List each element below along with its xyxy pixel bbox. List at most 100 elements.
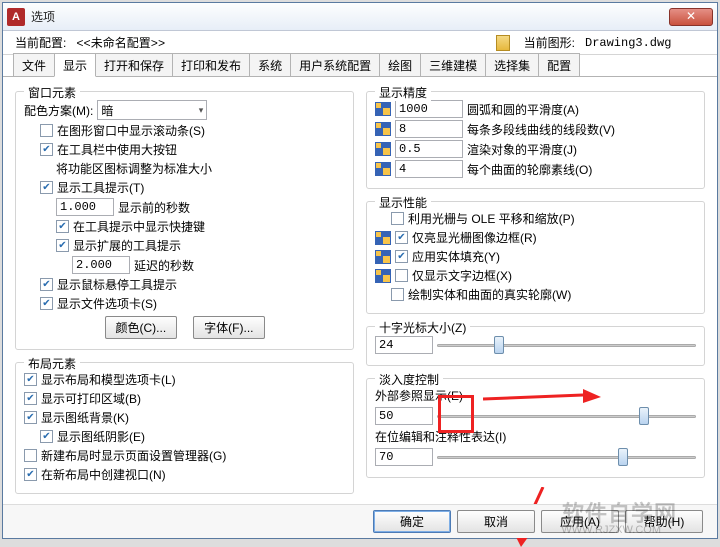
cb-shortcut[interactable]	[56, 220, 69, 233]
cb-frame[interactable]	[395, 231, 408, 244]
current-drawing-label: 当前图形:	[524, 34, 575, 51]
dwg-icon	[375, 122, 391, 136]
cb-printable[interactable]	[24, 392, 37, 405]
tab-system[interactable]: 系统	[249, 53, 291, 76]
window-title: 选项	[31, 8, 669, 25]
body: 窗口元素 配色方案(M): 暗 ▾ 在图形窗口中显示滚动条(S) 在工具栏中使用…	[3, 77, 717, 504]
cb-papershadow[interactable]	[40, 430, 53, 443]
cb-printable-label: 显示可打印区域(B)	[41, 390, 141, 407]
cb-large-buttons-label: 在工具栏中使用大按钮	[57, 141, 177, 158]
group-title-resolution: 显示精度	[375, 84, 431, 101]
apply-button[interactable]: 应用(A)	[541, 510, 619, 533]
cb-ext-tooltip[interactable]	[56, 239, 69, 252]
cb-textframe[interactable]	[395, 269, 408, 282]
app-icon: A	[7, 8, 25, 26]
color-scheme-label: 配色方案(M):	[24, 102, 93, 119]
cb-filetabs[interactable]	[40, 297, 53, 310]
cb-scrollbars-label: 在图形窗口中显示滚动条(S)	[57, 122, 205, 139]
ext-delay-label: 延迟的秒数	[134, 257, 194, 274]
cb-paperbg[interactable]	[24, 411, 37, 424]
left-column: 窗口元素 配色方案(M): 暗 ▾ 在图形窗口中显示滚动条(S) 在工具栏中使用…	[15, 85, 354, 504]
arc-smooth-label: 圆弧和圆的平滑度(A)	[467, 101, 579, 118]
options-dialog: A 选项 ✕ 当前配置: <<未命名配置>> 当前图形: Drawing3.dw…	[2, 2, 718, 539]
cb-papershadow-label: 显示图纸阴影(E)	[57, 428, 145, 445]
tooltip-delay-input[interactable]	[56, 198, 114, 216]
polyline-seg-label: 每条多段线曲线的线段数(V)	[467, 121, 615, 138]
group-crosshair: 十字光标大小(Z)	[366, 326, 705, 366]
tooltip-delay-label: 显示前的秒数	[118, 199, 190, 216]
group-fade: 淡入度控制 外部参照显示(E) 在位编辑和注释性表达(I)	[366, 378, 705, 478]
fade-title: 淡入度控制	[375, 371, 443, 388]
cancel-button[interactable]: 取消	[457, 510, 535, 533]
tab-strip: 文件 显示 打开和保存 打印和发布 系统 用户系统配置 绘图 三维建模 选择集 …	[3, 55, 717, 77]
dwg-icon	[375, 102, 391, 116]
cb-frame-label: 仅亮显光栅图像边框(R)	[412, 229, 537, 246]
std-size-label: 将功能区图标调整为标准大小	[56, 160, 212, 177]
tab-3d[interactable]: 三维建模	[420, 53, 486, 76]
tab-drafting[interactable]: 绘图	[379, 53, 421, 76]
tab-plot[interactable]: 打印和发布	[172, 53, 250, 76]
drawing-icon	[496, 35, 510, 51]
current-profile-value: <<未命名配置>>	[76, 34, 296, 51]
color-scheme-value: 暗	[101, 102, 113, 119]
tab-files[interactable]: 文件	[13, 53, 55, 76]
crosshair-slider[interactable]	[437, 335, 696, 355]
group-title-window: 窗口元素	[24, 84, 80, 101]
ext-delay-input[interactable]	[72, 256, 130, 274]
close-button[interactable]: ✕	[669, 8, 713, 26]
fonts-button[interactable]: 字体(F)...	[193, 316, 264, 339]
polyline-seg-input[interactable]	[395, 120, 463, 138]
cb-tooltips[interactable]	[40, 181, 53, 194]
inplace-slider[interactable]	[437, 447, 696, 467]
cb-silhouette-label: 绘制实体和曲面的真实轮廓(W)	[408, 286, 571, 303]
dwg-icon	[375, 162, 391, 176]
render-smooth-input[interactable]	[395, 140, 463, 158]
dwg-icon	[375, 250, 391, 264]
xref-slider[interactable]	[437, 406, 696, 426]
color-scheme-select[interactable]: 暗 ▾	[97, 100, 207, 120]
inplace-fade-input[interactable]	[375, 448, 433, 466]
cb-ext-tooltip-label: 显示扩展的工具提示	[73, 237, 181, 254]
colors-button[interactable]: 颜色(C)...	[105, 316, 178, 339]
group-window-elements: 窗口元素 配色方案(M): 暗 ▾ 在图形窗口中显示滚动条(S) 在工具栏中使用…	[15, 91, 354, 350]
cb-pagesetup[interactable]	[24, 449, 37, 462]
dwg-icon	[375, 231, 391, 245]
cb-hover-label: 显示鼠标悬停工具提示	[57, 276, 177, 293]
tab-user-prefs[interactable]: 用户系统配置	[290, 53, 380, 76]
tab-display[interactable]: 显示	[54, 53, 96, 77]
cb-silhouette[interactable]	[391, 288, 404, 301]
cb-scrollbars[interactable]	[40, 124, 53, 137]
titlebar: A 选项 ✕	[3, 3, 717, 31]
cb-hover[interactable]	[40, 278, 53, 291]
cb-viewport-label: 在新布局中创建视口(N)	[41, 466, 166, 483]
render-smooth-label: 渲染对象的平滑度(J)	[467, 141, 577, 158]
xref-fade-input[interactable]	[375, 407, 433, 425]
group-display-performance: 显示性能 利用光栅与 OLE 平移和缩放(P) 仅亮显光栅图像边框(R) 应用实…	[366, 201, 705, 314]
ok-button[interactable]: 确定	[373, 510, 451, 533]
current-profile-label: 当前配置:	[15, 34, 66, 51]
cb-viewport[interactable]	[24, 468, 37, 481]
group-display-resolution: 显示精度 圆弧和圆的平滑度(A) 每条多段线曲线的线段数(V) 渲染对象的平滑度…	[366, 91, 705, 189]
cb-pagesetup-label: 新建布局时显示页面设置管理器(G)	[41, 447, 226, 464]
footer: 确定 取消 应用(A) 帮助(H) 软件自学网 WWW.RJZXW.COM	[3, 504, 717, 538]
help-button[interactable]: 帮助(H)	[625, 510, 703, 533]
cb-paperbg-label: 显示图纸背景(K)	[41, 409, 129, 426]
dwg-icon	[375, 142, 391, 156]
tab-profiles[interactable]: 配置	[538, 53, 580, 76]
inplace-label: 在位编辑和注释性表达(I)	[375, 428, 506, 445]
crosshair-input[interactable]	[375, 336, 433, 354]
cb-large-buttons[interactable]	[40, 143, 53, 156]
cb-textframe-label: 仅显示文字边框(X)	[412, 267, 512, 284]
info-row: 当前配置: <<未命名配置>> 当前图形: Drawing3.dwg	[3, 31, 717, 55]
arc-smooth-input[interactable]	[395, 100, 463, 118]
chevron-down-icon: ▾	[199, 105, 204, 116]
group-layout-elements: 布局元素 显示布局和模型选项卡(L) 显示可打印区域(B) 显示图纸背景(K) …	[15, 362, 354, 494]
cb-solidfill[interactable]	[395, 250, 408, 263]
cb-solidfill-label: 应用实体填充(Y)	[412, 248, 500, 265]
cb-layout-tabs[interactable]	[24, 373, 37, 386]
tab-open-save[interactable]: 打开和保存	[95, 53, 173, 76]
cb-shortcut-label: 在工具提示中显示快捷键	[73, 218, 205, 235]
tab-selection[interactable]: 选择集	[485, 53, 539, 76]
contour-input[interactable]	[395, 160, 463, 178]
cb-raster[interactable]	[391, 212, 404, 225]
